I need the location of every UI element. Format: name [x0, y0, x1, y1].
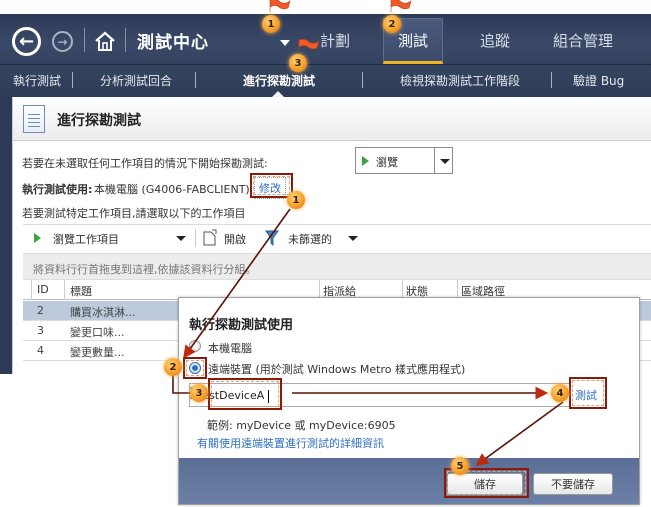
callout-badge-step-1: 1: [287, 191, 305, 209]
divider: [72, 72, 73, 88]
callout-badge-step-2: 2: [164, 358, 182, 376]
example-text: 範例: myDevice 或 myDevice:6905: [207, 419, 396, 432]
divider: [31, 280, 32, 300]
flag-icon: [390, 0, 412, 12]
open-icon: [203, 229, 217, 246]
home-icon[interactable]: [94, 30, 116, 52]
filter-dropdown[interactable]: 未篩選的: [288, 231, 332, 247]
dont-save-button[interactable]: 不要儲存: [533, 473, 613, 495]
callout-badge-step-5: 5: [451, 457, 469, 475]
callout-badge-top-2: 2: [383, 15, 401, 33]
subtab-verify-bugs[interactable]: 驗證 Bug: [573, 72, 624, 89]
sub-navigation-bar: [0, 64, 651, 96]
chevron-down-icon[interactable]: [440, 159, 450, 164]
browse-button-label: 瀏覽: [376, 156, 398, 169]
highlight-modify: [250, 173, 293, 198]
subtab-run-tests[interactable]: 執行測試: [13, 72, 61, 89]
filter-icon: [265, 230, 279, 246]
tab-track[interactable]: 追蹤: [480, 30, 510, 51]
radio-remote-label[interactable]: 遠端裝置 (用於測試 Windows Metro 樣式應用程式): [208, 361, 465, 377]
subtab-view-sessions[interactable]: 檢視探勘測試工作階段: [400, 72, 520, 89]
divider: [125, 28, 126, 52]
app-title: 測試中心: [137, 33, 209, 53]
subtab-exploratory-testing[interactable]: 進行探勘測試: [243, 72, 315, 89]
tab-portfolio[interactable]: 組合管理: [553, 30, 613, 51]
specific-hint-text: 若要測試特定工作項目,請選取以下的工作項目: [22, 207, 246, 220]
back-button[interactable]: ←: [12, 27, 41, 56]
callout-badge-top-3: 3: [289, 54, 307, 72]
divider: [195, 72, 196, 88]
divider: [84, 28, 85, 52]
panel-header: 進行探勘測試: [13, 97, 651, 141]
callout-badge-top-1: 1: [262, 15, 280, 33]
divider: [551, 72, 552, 88]
tab-plan[interactable]: 計劃: [320, 30, 350, 51]
group-by-drop-zone[interactable]: 將資料行行首拖曳到這裡,依據該資料行分組。: [23, 253, 651, 280]
run-with-label: 執行測試使用:: [22, 183, 93, 196]
page-title: 進行探勘測試: [57, 113, 141, 129]
top-navigation-bar: ← → 測試中心 計劃 測試 追蹤 組合管理: [0, 14, 651, 64]
subtab-analyze-runs[interactable]: 分析測試回合: [100, 72, 172, 89]
column-header-id[interactable]: ID: [37, 283, 49, 296]
divider: [195, 229, 196, 247]
row-id: 2: [37, 304, 44, 317]
row-id: 3: [37, 324, 44, 337]
intro-text: 若要在未選取任何工作項目的情況下開始探勘測試:: [22, 157, 268, 170]
browse-work-items-button[interactable]: 瀏覽工作項目: [53, 231, 119, 247]
dialog-title: 執行探勘測試使用: [189, 318, 294, 333]
play-icon: [34, 233, 41, 243]
radio-local-computer[interactable]: [189, 340, 201, 352]
open-button[interactable]: 開啟: [224, 231, 246, 247]
row-title: 變更口味...: [70, 326, 125, 339]
column-header-title[interactable]: 標題: [70, 283, 92, 299]
row-id: 4: [37, 344, 44, 357]
radio-local-label[interactable]: 本機電腦: [208, 340, 252, 356]
flag-icon: [269, 0, 291, 12]
forward-button[interactable]: →: [52, 31, 73, 52]
highlight-remote-radio: [183, 357, 207, 379]
callout-badge-step-4: 4: [551, 384, 569, 402]
work-items-toolbar: 瀏覽工作項目 開啟 未篩選的: [23, 224, 651, 250]
chevron-down-icon[interactable]: [348, 236, 358, 241]
more-info-link[interactable]: 有關使用遠端裝置進行測試的詳細資訊: [197, 435, 384, 451]
chevron-down-icon[interactable]: [176, 236, 186, 241]
play-icon: [362, 156, 369, 166]
highlight-test-link: [569, 377, 607, 409]
highlight-device-input: [208, 378, 282, 410]
dialog-footer: 儲存 不要儲存: [179, 458, 639, 504]
row-title: 變更數量...: [70, 346, 125, 359]
row-title: 購買冰淇淋...: [70, 306, 136, 319]
run-with-value: 本機電腦 (G4006-FABCLIENT): [94, 183, 250, 196]
browse-split-button[interactable]: 瀏覽: [355, 147, 453, 174]
divider: [362, 72, 363, 88]
divider: [64, 280, 65, 300]
app-dropdown-icon[interactable]: [280, 40, 290, 46]
document-icon: [23, 105, 45, 133]
divider: [434, 148, 435, 173]
callout-badge-step-3: 3: [190, 384, 208, 402]
